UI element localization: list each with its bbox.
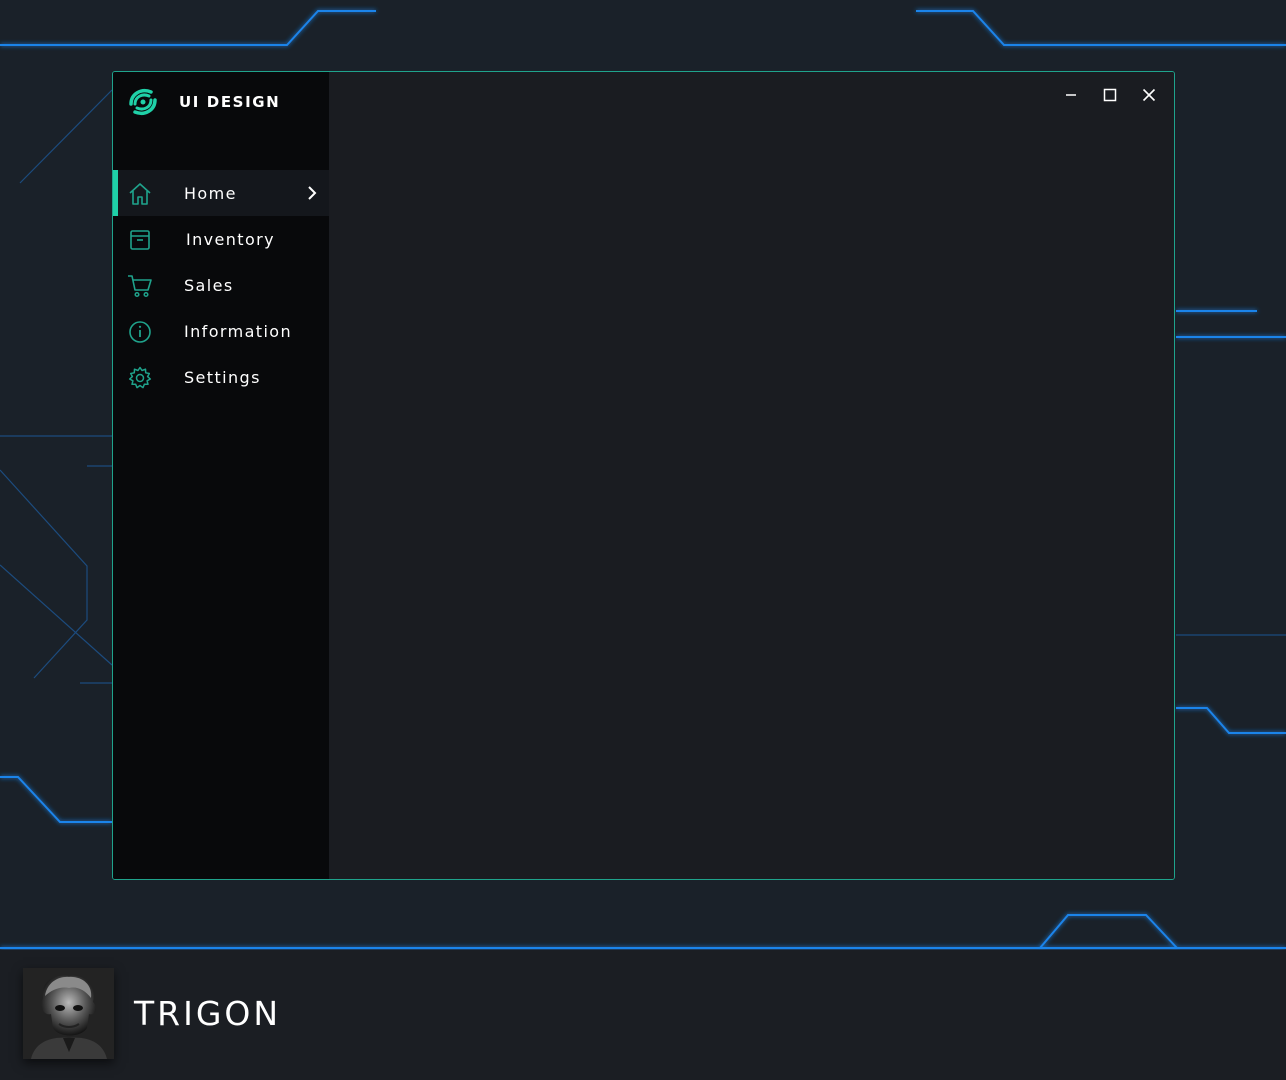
sidebar-item-label: Inventory [186,229,276,249]
sidebar-item-label: Home [184,183,237,203]
app-window: UI DESIGN Home Inventory Sales Informati… [112,71,1175,880]
brand: UI DESIGN [127,86,280,118]
minimize-icon[interactable] [1060,84,1082,106]
sidebar-item-settings[interactable]: Settings [113,354,329,400]
joker-portrait-image [23,968,114,1059]
footer-bar: TRIGON [0,950,1286,1080]
archive-box-icon [130,230,150,250]
brand-title: UI DESIGN [179,93,281,111]
sidebar-nav: Home Inventory Sales Information Setting… [113,170,329,400]
shopping-cart-icon [128,275,152,298]
swirl-logo-icon [129,89,157,115]
sidebar-item-label: Information [184,321,293,341]
gear-icon [128,366,152,389]
username: TRIGON [134,994,282,1033]
home-icon [129,183,151,205]
main-content-area [329,72,1174,879]
sidebar-item-sales[interactable]: Sales [113,262,329,308]
sidebar-item-information[interactable]: Information [113,308,329,354]
maximize-icon[interactable] [1099,84,1121,106]
sidebar: UI DESIGN Home Inventory Sales Informati… [113,72,329,879]
sidebar-item-home[interactable]: Home [113,170,329,216]
sidebar-item-label: Settings [184,367,261,387]
sidebar-item-inventory[interactable]: Inventory [113,216,329,262]
sidebar-item-label: Sales [184,275,234,295]
info-circle-icon [129,321,151,343]
chevron-right-icon [308,186,317,200]
avatar [23,968,114,1059]
close-icon[interactable] [1138,84,1160,106]
